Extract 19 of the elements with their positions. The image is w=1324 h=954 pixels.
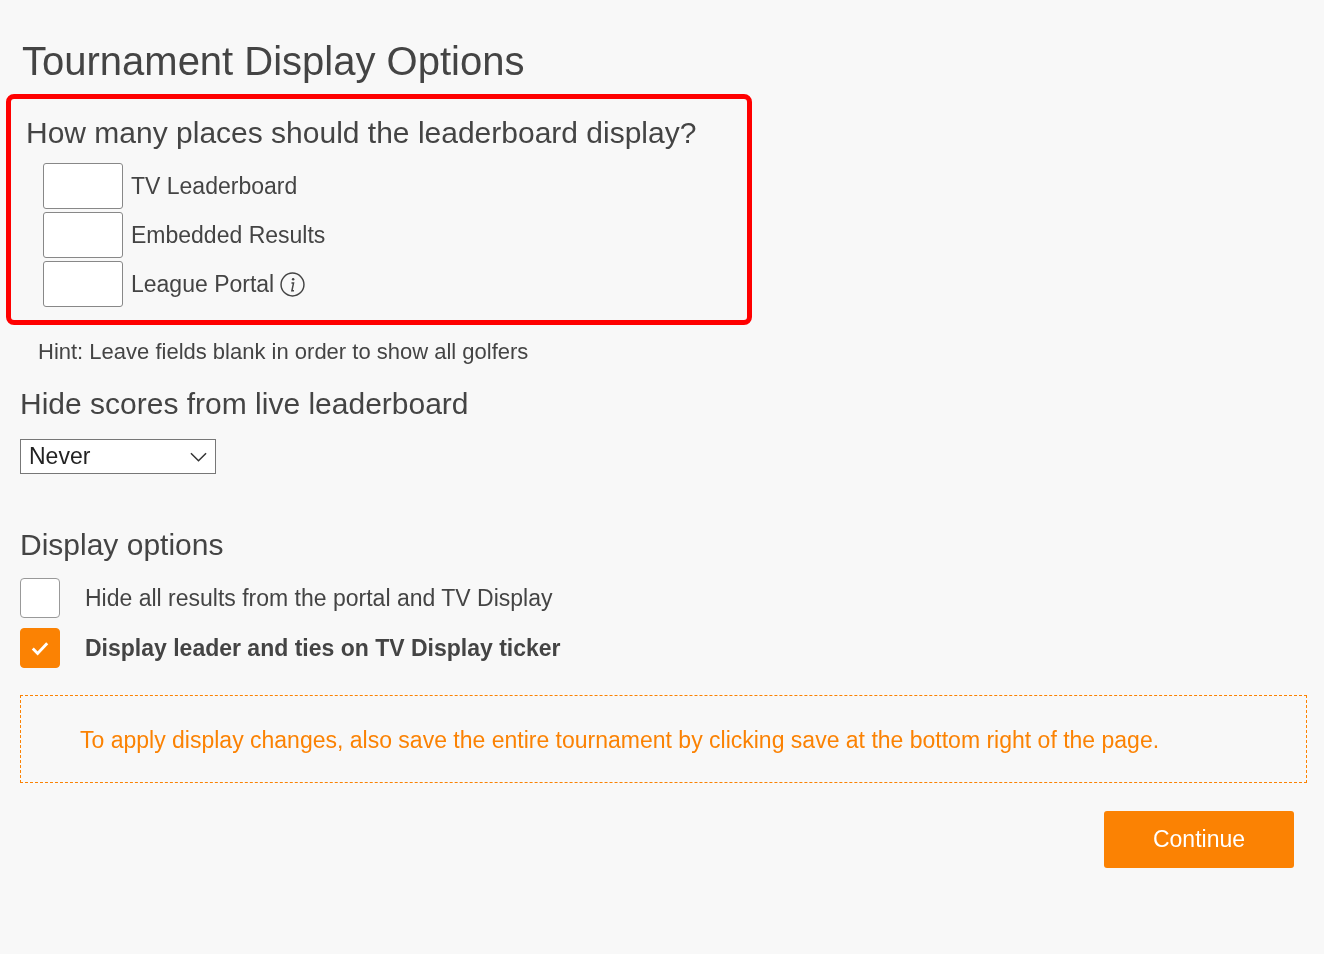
section-heading: Display options bbox=[20, 528, 225, 562]
section-heading: Hide scores from live leaderboard bbox=[20, 387, 470, 421]
number-field[interactable] bbox=[43, 163, 123, 209]
checkbox[interactable] bbox=[20, 628, 60, 668]
dropdown[interactable]: Never bbox=[20, 439, 216, 474]
hint-text: Hint: Leave fields blank in order to show all golfers bbox=[38, 339, 530, 365]
field-label: League Portal bbox=[131, 270, 275, 298]
field-label: TV Leaderboard bbox=[131, 172, 298, 200]
field-label: Embedded Results bbox=[131, 221, 326, 249]
page-title: Tournament Display Options bbox=[22, 38, 526, 85]
chevron-icon bbox=[190, 451, 207, 462]
section-heading: How many places should the leaderboard display? bbox=[26, 115, 698, 151]
checkbox-label: Display leader and ties on TV Display ticker bbox=[85, 634, 561, 662]
checkbox[interactable] bbox=[20, 578, 60, 618]
number-field[interactable] bbox=[43, 212, 123, 258]
number-field[interactable] bbox=[43, 261, 123, 307]
info-icon[interactable] bbox=[280, 271, 306, 297]
checkbox-label: Hide all results from the portal and TV Display bbox=[85, 584, 553, 612]
notice-text: To apply display changes, also save the entire tournament by clicking save at the bottom right of the page. bbox=[80, 726, 1161, 755]
